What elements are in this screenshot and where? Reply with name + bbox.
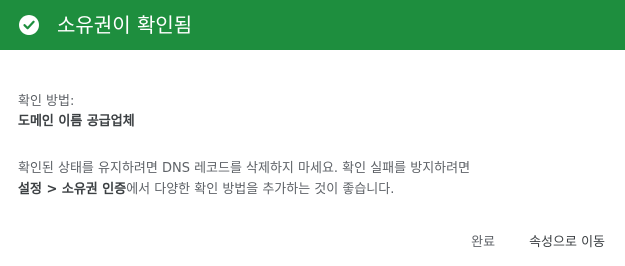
dialog-actions: 완료 속성으로 이동	[467, 232, 609, 254]
check-circle-icon	[19, 15, 39, 35]
verification-method-label: 확인 방법:	[18, 94, 75, 109]
done-button[interactable]: 완료	[467, 232, 499, 254]
dialog-header: 소유권이 확인됨	[0, 0, 625, 50]
settings-ownership-link: 설정 > 소유권 인증	[18, 182, 127, 197]
dialog-description: 확인된 상태를 유지하려면 DNS 레코드를 삭제하지 마세요. 확인 실패를 …	[18, 158, 607, 200]
description-line-2-text: 에서 다양한 확인 방법을 추가하는 것이 좋습니다.	[126, 182, 395, 197]
description-line-1: 확인된 상태를 유지하려면 DNS 레코드를 삭제하지 마세요. 확인 실패를 …	[18, 161, 471, 176]
dialog-title: 소유권이 확인됨	[57, 13, 193, 37]
ownership-verified-dialog: 소유권이 확인됨 확인 방법: 도메인 이름 공급업체 확인된 상태를 유지하려…	[0, 0, 625, 266]
description-line-2: 설정 > 소유권 인증에서 다양한 확인 방법을 추가하는 것이 좋습니다.	[18, 179, 607, 200]
dialog-content: 확인 방법: 도메인 이름 공급업체 확인된 상태를 유지하려면 DNS 레코드…	[0, 50, 625, 200]
go-to-property-button[interactable]: 속성으로 이동	[525, 232, 609, 254]
verification-method-value: 도메인 이름 공급업체	[18, 114, 135, 129]
